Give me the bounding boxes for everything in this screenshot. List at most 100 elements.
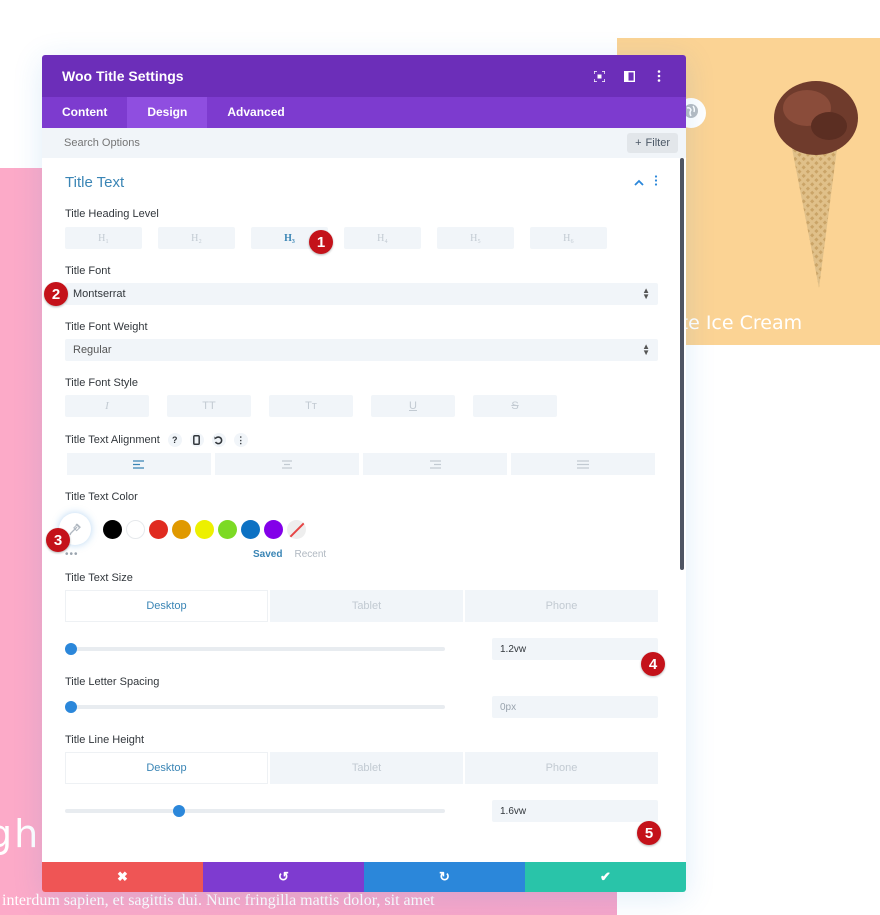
letter-spacing-slider-thumb[interactable] bbox=[65, 701, 78, 713]
background-body-text: interdum sapien, et sagittis dui. Nunc f… bbox=[2, 892, 435, 909]
swatch-blue[interactable] bbox=[241, 519, 260, 539]
annotation-badge-1: 1 bbox=[309, 230, 333, 254]
heading-h4-button[interactable]: H₄ bbox=[344, 227, 421, 249]
align-justify-icon bbox=[577, 459, 589, 469]
section-title: Title Text bbox=[65, 173, 125, 191]
swatch-black[interactable] bbox=[103, 519, 122, 539]
line-height-slider[interactable] bbox=[65, 805, 445, 817]
swatch-yellow[interactable] bbox=[195, 519, 214, 539]
color-swatches bbox=[59, 513, 658, 545]
heading-h5-button[interactable]: H₅ bbox=[437, 227, 514, 249]
uppercase-button[interactable]: TT bbox=[167, 395, 251, 417]
save-button[interactable]: ✔ bbox=[525, 862, 686, 892]
align-center-button[interactable] bbox=[215, 453, 359, 475]
font-style-options: I TT Tт U S bbox=[65, 395, 658, 417]
section-more-icon[interactable] bbox=[654, 175, 658, 189]
strikethrough-button[interactable]: S bbox=[473, 395, 557, 417]
filter-label: Filter bbox=[645, 137, 670, 149]
swatch-green[interactable] bbox=[218, 519, 237, 539]
annotation-badge-4: 4 bbox=[641, 652, 665, 676]
undo-button[interactable]: ↺ bbox=[203, 862, 364, 892]
text-size-slider-thumb[interactable] bbox=[65, 643, 78, 655]
saved-colors-tab[interactable]: Saved bbox=[253, 549, 282, 560]
fullscreen-icon[interactable] bbox=[592, 69, 606, 83]
text-size-label: Title Text Size bbox=[65, 572, 133, 584]
heading-level-options: H₁ H₂ H₃ H₄ H₅ H₆ bbox=[65, 227, 658, 249]
align-center-icon bbox=[282, 459, 292, 469]
redo-button[interactable]: ↻ bbox=[364, 862, 525, 892]
help-icon[interactable]: ? bbox=[167, 433, 182, 447]
text-size-input[interactable]: 1.2vw bbox=[492, 638, 658, 660]
text-size-tab-tablet[interactable]: Tablet bbox=[270, 590, 463, 622]
responsive-phone-icon[interactable] bbox=[189, 433, 204, 447]
line-height-tab-phone[interactable]: Phone bbox=[465, 752, 658, 784]
text-size-control: 1.2vw bbox=[65, 638, 658, 660]
product-card-title: ate Ice Cream bbox=[669, 312, 803, 334]
align-left-button[interactable] bbox=[67, 453, 211, 475]
search-options-input[interactable] bbox=[64, 137, 628, 149]
alignment-more-icon[interactable]: ⋮ bbox=[233, 433, 248, 447]
undo-icon: ↺ bbox=[278, 869, 289, 884]
split-view-icon[interactable] bbox=[622, 69, 636, 83]
tab-content[interactable]: Content bbox=[42, 97, 127, 128]
page: gh interdum sapien, et sagittis dui. Nun… bbox=[0, 0, 880, 915]
font-weight-label: Title Font Weight bbox=[65, 321, 148, 333]
more-colors-icon[interactable]: ••• bbox=[65, 549, 241, 560]
swatch-orange[interactable] bbox=[172, 519, 191, 539]
strikethrough-icon: S bbox=[511, 400, 519, 412]
select-arrows-icon: ▲ ▼ bbox=[642, 342, 650, 357]
plus-icon: + bbox=[635, 137, 642, 149]
reset-icon[interactable] bbox=[211, 433, 226, 447]
alignment-options bbox=[65, 453, 658, 475]
swatch-white[interactable] bbox=[126, 519, 145, 539]
line-height-tab-tablet[interactable]: Tablet bbox=[270, 752, 463, 784]
swatch-none[interactable] bbox=[287, 519, 306, 539]
text-alignment-label: Title Text Alignment bbox=[65, 434, 160, 446]
capitalize-button[interactable]: Tт bbox=[269, 395, 353, 417]
scrollbar[interactable] bbox=[680, 158, 684, 570]
annotation-badge-3: 3 bbox=[46, 528, 70, 552]
section-header[interactable]: Title Text bbox=[65, 172, 658, 192]
tab-design[interactable]: Design bbox=[127, 97, 208, 128]
italic-icon: I bbox=[105, 400, 109, 412]
italic-button[interactable]: I bbox=[65, 395, 149, 417]
letter-spacing-slider[interactable] bbox=[65, 701, 445, 713]
line-height-tab-desktop[interactable]: Desktop bbox=[65, 752, 268, 784]
more-options-icon[interactable] bbox=[652, 69, 666, 83]
text-size-slider[interactable] bbox=[65, 643, 445, 655]
close-icon: ✖ bbox=[117, 869, 128, 884]
heading-h1-button[interactable]: H₁ bbox=[65, 227, 142, 249]
modal-title: Woo Title Settings bbox=[62, 68, 184, 84]
chevron-up-icon[interactable] bbox=[634, 175, 644, 189]
font-weight-value: Regular bbox=[73, 344, 112, 356]
capitalize-icon: Tт bbox=[305, 400, 317, 412]
swatch-purple[interactable] bbox=[264, 519, 283, 539]
align-justify-button[interactable] bbox=[511, 453, 655, 475]
background-heading-fragment: gh bbox=[0, 812, 41, 856]
annotation-badge-2: 2 bbox=[44, 282, 68, 306]
cancel-button[interactable]: ✖ bbox=[42, 862, 203, 892]
search-bar: + Filter bbox=[42, 128, 686, 158]
line-height-input[interactable]: 1.6vw bbox=[492, 800, 658, 822]
filter-button[interactable]: + Filter bbox=[627, 133, 678, 153]
title-font-select[interactable]: Montserrat ▲ ▼ bbox=[65, 283, 658, 305]
letter-spacing-input[interactable]: 0px bbox=[492, 696, 658, 718]
modal-header: Woo Title Settings bbox=[42, 55, 686, 97]
color-tabs: ••• Saved Recent bbox=[65, 549, 658, 560]
text-color-label: Title Text Color bbox=[65, 491, 138, 503]
recent-colors-tab[interactable]: Recent bbox=[294, 549, 326, 560]
heading-h6-button[interactable]: H₆ bbox=[530, 227, 607, 249]
line-height-label: Title Line Height bbox=[65, 734, 145, 746]
swatch-red[interactable] bbox=[149, 519, 168, 539]
underline-button[interactable]: U bbox=[371, 395, 455, 417]
text-alignment-label-row: Title Text Alignment ? ⋮ bbox=[65, 433, 658, 447]
font-weight-select[interactable]: Regular ▲ ▼ bbox=[65, 339, 658, 361]
heading-h2-button[interactable]: H₂ bbox=[158, 227, 235, 249]
text-size-tab-desktop[interactable]: Desktop bbox=[65, 590, 268, 622]
text-size-tab-phone[interactable]: Phone bbox=[465, 590, 658, 622]
line-height-slider-thumb[interactable] bbox=[173, 805, 185, 817]
underline-icon: U bbox=[409, 400, 417, 412]
align-right-button[interactable] bbox=[363, 453, 507, 475]
tab-advanced[interactable]: Advanced bbox=[207, 97, 304, 128]
title-font-label: Title Font bbox=[65, 265, 111, 277]
